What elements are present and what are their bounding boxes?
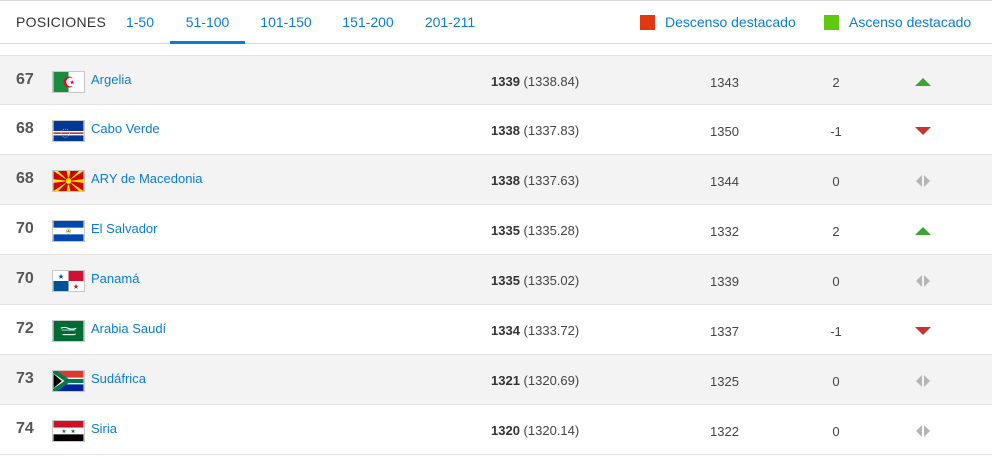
previous-points-cell: 1339 [710,274,739,289]
tab-151-200[interactable]: 151-200 [332,1,404,44]
el-salvador-flag [52,220,85,242]
legend-descenso: Descenso destacado [640,13,796,31]
cape-verde-flag [52,120,85,142]
previous-points-cell: 1325 [710,374,739,389]
previous-points-cell: 1343 [710,75,739,90]
tab-51-100[interactable]: 51-100 [170,1,245,44]
points-exact: (1335.28) [523,223,580,238]
points-exact: (1338.84) [523,74,580,89]
position-change-cell: -1 [830,124,842,139]
south-africa-flag [52,370,85,392]
previous-points-cell: 1344 [710,174,739,189]
table-row: 67 Argelia 1339 (1338.84) 1343 2 [0,55,992,105]
syria-flag [52,420,85,442]
trend-down-icon [912,123,934,139]
rank-cell: 68 [16,120,34,137]
position-change-cell: 0 [832,374,840,389]
rank-cell: 74 [16,420,34,437]
trend-up-icon [912,74,934,90]
team-link[interactable]: Panamá [91,271,139,286]
points-exact: (1320.69) [523,373,580,388]
descenso-swatch [640,14,655,30]
points-cell: 1338 (1337.83) [491,123,579,138]
points-value: 1334 [491,323,520,338]
rank-cell: 70 [16,220,34,237]
trend-same-icon [912,373,934,389]
ranking-tabs-bar: POSICIONES 1-50 51-100 101-150 151-200 2… [0,0,992,44]
position-change-cell: 0 [832,424,840,439]
points-cell: 1339 (1338.84) [491,74,579,89]
position-change-cell: 2 [832,75,840,90]
positions-label: POSICIONES [16,14,107,30]
points-exact: (1337.83) [523,123,580,138]
rank-cell: 70 [16,270,34,287]
rank-cell: 72 [16,320,34,337]
tab-101-150[interactable]: 101-150 [250,1,322,44]
algeria-flag [52,71,85,93]
ranking-table: 67 Argelia 1339 (1338.84) 1343 2 68 Cabo Verde… [0,55,992,455]
previous-points-cell: 1322 [710,424,739,439]
trend-down-icon [912,323,934,339]
points-value: 1335 [491,223,520,238]
points-cell: 1335 (1335.28) [491,223,579,238]
saudi-arabia-flag [52,320,85,342]
points-value: 1320 [491,423,520,438]
points-exact: (1337.63) [523,173,580,188]
position-change-cell: 0 [832,274,840,289]
panama-flag [52,270,85,292]
table-row: 72 Arabia Saudí 1334 (1333.72) 1337 -1 [0,305,992,355]
trend-same-icon [912,273,934,289]
rank-cell: 67 [16,71,34,88]
team-link[interactable]: Arabia Saudí [91,321,166,336]
points-value: 1339 [491,74,520,89]
points-value: 1321 [491,373,520,388]
rank-cell: 73 [16,370,34,387]
previous-points-cell: 1337 [710,324,739,339]
points-value: 1338 [491,173,520,188]
previous-points-cell: 1350 [710,124,739,139]
descenso-label: Descenso destacado [665,14,796,30]
points-exact: (1320.14) [523,423,580,438]
points-value: 1338 [491,123,520,138]
points-cell: 1335 (1335.02) [491,273,579,288]
previous-points-cell: 1332 [710,224,739,239]
team-link[interactable]: Sudáfrica [91,371,146,386]
points-cell: 1320 (1320.14) [491,423,579,438]
points-cell: 1334 (1333.72) [491,323,579,338]
table-row: 68 ARY de Macedonia 1338 (1337.63) 1344 0 [0,155,992,205]
team-link[interactable]: El Salvador [91,221,157,236]
rank-cell: 68 [16,170,34,187]
macedonia-flag [52,170,85,192]
table-row: 74 Siria 1320 (1320.14) 1322 0 [0,405,992,455]
points-value: 1335 [491,273,520,288]
trend-up-icon [912,223,934,239]
points-cell: 1338 (1337.63) [491,173,579,188]
team-link[interactable]: ARY de Macedonia [91,171,203,186]
position-change-cell: -1 [830,324,842,339]
tab-201-211[interactable]: 201-211 [414,1,486,44]
team-link[interactable]: Siria [91,421,117,436]
table-row: 70 El Salvador 1335 (1335.28) 1332 2 [0,205,992,255]
team-link[interactable]: Cabo Verde [91,121,160,136]
trend-same-icon [912,423,934,439]
legend-ascenso: Ascenso destacado [824,13,971,31]
points-exact: (1335.02) [523,273,580,288]
ascenso-swatch [824,14,839,30]
trend-same-icon [912,173,934,189]
position-change-cell: 0 [832,174,840,189]
table-row: 73 Sudáfrica 1321 (1320.69) 1325 0 [0,355,992,405]
points-exact: (1333.72) [523,323,580,338]
table-row: 68 Cabo Verde 1338 (1337.83) 1350 -1 [0,105,992,155]
tab-1-50[interactable]: 1-50 [112,1,168,44]
position-change-cell: 2 [832,224,840,239]
team-link[interactable]: Argelia [91,72,131,87]
ascenso-label: Ascenso destacado [849,14,972,30]
table-row: 70 Panamá 1335 (1335.02) 1339 0 [0,255,992,305]
points-cell: 1321 (1320.69) [491,373,579,388]
